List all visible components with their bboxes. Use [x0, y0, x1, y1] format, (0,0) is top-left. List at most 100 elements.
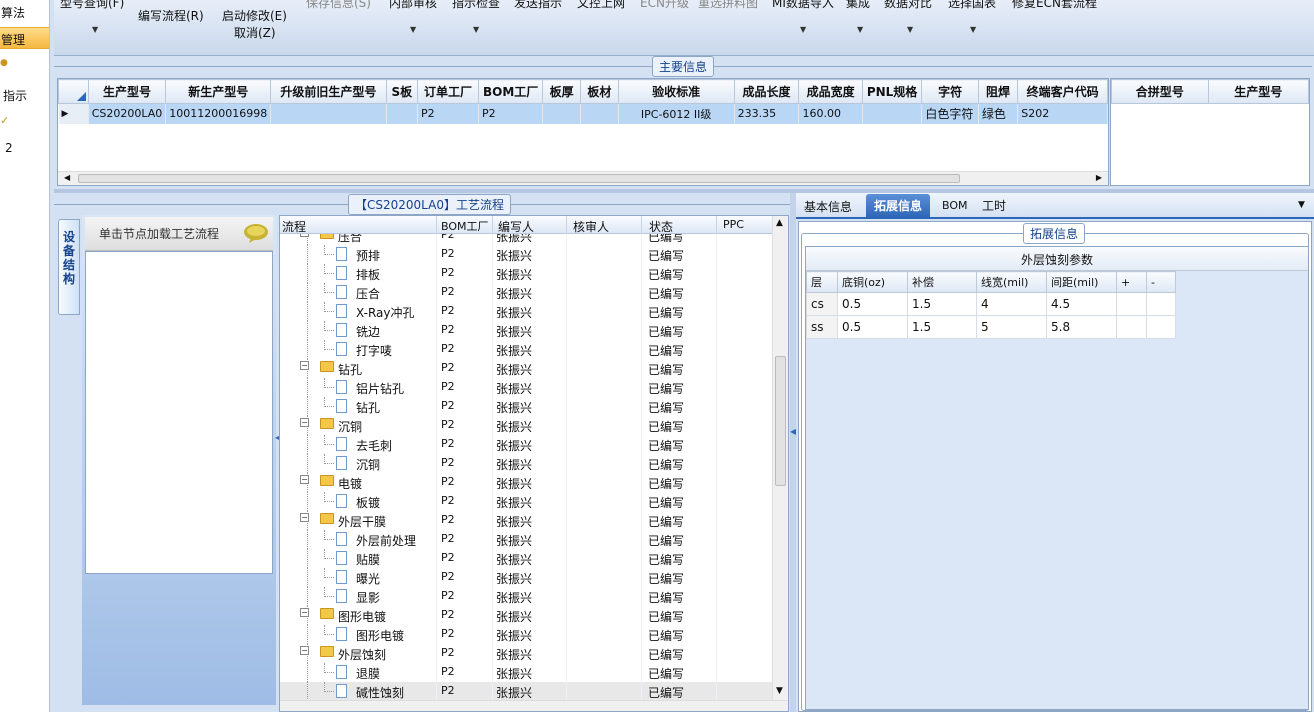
cell[interactable]: 1.5	[907, 292, 977, 316]
bom-cell[interactable]: P2	[441, 266, 455, 279]
author-cell[interactable]: 张振兴	[496, 589, 532, 606]
cell[interactable]: 233.35	[734, 103, 800, 124]
tree-node-label[interactable]: 钻孔	[356, 399, 380, 416]
tree-node-label[interactable]: 铣边	[356, 323, 380, 340]
tree-node-label[interactable]: 外层蚀刻	[338, 646, 386, 663]
cell[interactable]: 绿色	[978, 103, 1019, 124]
tree-row[interactable]: 排板 P2 张振兴 已编写	[280, 264, 772, 283]
tree-row[interactable]: 打字唛 P2 张振兴 已编写	[280, 340, 772, 359]
cell[interactable]: P2	[478, 103, 544, 124]
tree-node-label[interactable]: 板镀	[356, 494, 380, 511]
nav-item-instruction[interactable]: 指示	[2, 87, 49, 104]
status-cell[interactable]: 已编写	[648, 399, 684, 416]
mi-import-button[interactable]: MI数据导入	[772, 0, 834, 11]
tree-node-label[interactable]: 压合	[356, 285, 380, 302]
tree-row[interactable]: 外层前处理 P2 张振兴 已编写	[280, 530, 772, 549]
tree-row[interactable]: 贴膜 P2 张振兴 已编写	[280, 549, 772, 568]
col-header[interactable]: BOM工厂	[477, 79, 544, 104]
col-header[interactable]: 验收标准	[617, 79, 735, 104]
bom-cell[interactable]: P2	[441, 456, 455, 469]
nav-item-2[interactable]: 2	[4, 141, 49, 155]
cell[interactable]	[1116, 292, 1147, 316]
collapse-toggle-icon[interactable]: −	[300, 513, 309, 522]
bom-cell[interactable]: P2	[441, 418, 455, 431]
status-cell[interactable]: 已编写	[648, 589, 684, 606]
col-header[interactable]: 新生产型号	[165, 79, 272, 104]
tree-node-label[interactable]: 打字唛	[356, 342, 392, 359]
tree-row[interactable]: 曝光 P2 张振兴 已编写	[280, 568, 772, 587]
bom-cell[interactable]: P2	[441, 304, 455, 317]
tree-row[interactable]: 去毛刺 P2 张振兴 已编写	[280, 435, 772, 454]
chevron-down-icon[interactable]: ▼	[1298, 200, 1305, 210]
col-header[interactable]: 成品长度	[733, 79, 800, 104]
tree-node-label[interactable]: 去毛刺	[356, 437, 392, 454]
chevron-down-icon[interactable]: ▼	[410, 25, 416, 34]
col-header[interactable]: 合拼型号	[1111, 79, 1209, 104]
status-cell[interactable]: 已编写	[648, 494, 684, 511]
integrate-button[interactable]: 集成	[846, 0, 870, 11]
cell[interactable]	[1146, 292, 1176, 316]
cell[interactable]	[386, 103, 419, 124]
col-header[interactable]: 补偿	[907, 271, 977, 293]
status-cell[interactable]: 已编写	[648, 323, 684, 340]
tree-row[interactable]: − 外层干膜 P2 张振兴 已编写	[280, 511, 772, 530]
tree-node-label[interactable]: 预排	[356, 247, 380, 264]
bom-cell[interactable]: P2	[441, 380, 455, 393]
col-header[interactable]: S板	[385, 79, 419, 104]
chevron-down-icon[interactable]: ▼	[92, 25, 98, 34]
cell[interactable]	[270, 103, 387, 124]
tree-row[interactable]: − 电镀 P2 张振兴 已编写	[280, 473, 772, 492]
author-cell[interactable]: 张振兴	[496, 399, 532, 416]
status-cell[interactable]: 已编写	[648, 551, 684, 568]
bom-cell[interactable]: P2	[441, 627, 455, 640]
table-row[interactable]: cs 0.5 1.5 4 4.5	[806, 292, 1176, 316]
cell[interactable]	[1146, 315, 1176, 339]
bom-cell[interactable]: P2	[441, 475, 455, 488]
author-cell[interactable]: 张振兴	[496, 323, 532, 340]
author-cell[interactable]: 张振兴	[496, 513, 532, 530]
bom-cell[interactable]: P2	[441, 285, 455, 298]
status-cell[interactable]: 已编写	[648, 627, 684, 644]
tree-node-label[interactable]: X-Ray冲孔	[356, 304, 414, 321]
cell[interactable]	[542, 103, 581, 124]
tree-node-label[interactable]: 铝片钻孔	[356, 380, 404, 397]
table-row[interactable]: ▶ CS20200LA0 10011200016998 P2 P2 IPC-60…	[58, 103, 1108, 124]
col-header[interactable]: 生产型号	[87, 79, 167, 104]
cancel-button[interactable]: 取消(Z)	[234, 24, 276, 41]
bom-cell[interactable]: P2	[441, 646, 455, 659]
tree-row[interactable]: − 沉铜 P2 张振兴 已编写	[280, 416, 772, 435]
tree-node-label[interactable]: 压合	[338, 234, 362, 245]
col-header[interactable]: PNL规格	[861, 79, 923, 104]
cell[interactable]	[1116, 315, 1147, 339]
tree-row[interactable]: 预排 P2 张振兴 已编写	[280, 245, 772, 264]
tab-bom[interactable]: BOM	[942, 199, 968, 212]
tree-row[interactable]: 钻孔 P2 张振兴 已编写	[280, 397, 772, 416]
tab-basic-info[interactable]: 基本信息	[798, 197, 858, 216]
cell[interactable]: 0.5	[837, 315, 908, 339]
col-header[interactable]: 状态	[649, 218, 673, 235]
instruction-check-button[interactable]: 指示检查	[452, 0, 500, 11]
horizontal-scrollbar[interactable]	[280, 700, 788, 711]
status-cell[interactable]: 已编写	[648, 247, 684, 264]
col-header[interactable]: 线宽(mil)	[976, 271, 1047, 293]
status-cell[interactable]: 已编写	[648, 361, 684, 378]
status-cell[interactable]: 已编写	[648, 342, 684, 359]
bom-cell[interactable]: P2	[441, 608, 455, 621]
tree-row[interactable]: 沉铜 P2 张振兴 已编写	[280, 454, 772, 473]
tree-row[interactable]: − 压合 P2 张振兴 已编写	[280, 234, 772, 245]
cell[interactable]	[862, 103, 923, 124]
scroll-up-icon[interactable]: ▲	[776, 218, 783, 228]
status-cell[interactable]: 已编写	[648, 266, 684, 283]
col-header[interactable]: 核审人	[573, 218, 609, 235]
author-cell[interactable]: 张振兴	[496, 475, 532, 492]
tree-node-label[interactable]: 沉铜	[356, 456, 380, 473]
tree-node-label[interactable]: 退膜	[356, 665, 380, 682]
horizontal-scrollbar[interactable]: ◀ ▶	[58, 171, 1108, 185]
status-cell[interactable]: 已编写	[648, 234, 684, 245]
bom-cell[interactable]: P2	[441, 532, 455, 545]
chevron-down-icon[interactable]: ▼	[800, 25, 806, 34]
cell[interactable]: 1.5	[907, 315, 977, 339]
tree-row[interactable]: 压合 P2 张振兴 已编写	[280, 283, 772, 302]
send-instruction-button[interactable]: 发送指示	[514, 0, 562, 11]
tree-row[interactable]: X-Ray冲孔 P2 张振兴 已编写	[280, 302, 772, 321]
